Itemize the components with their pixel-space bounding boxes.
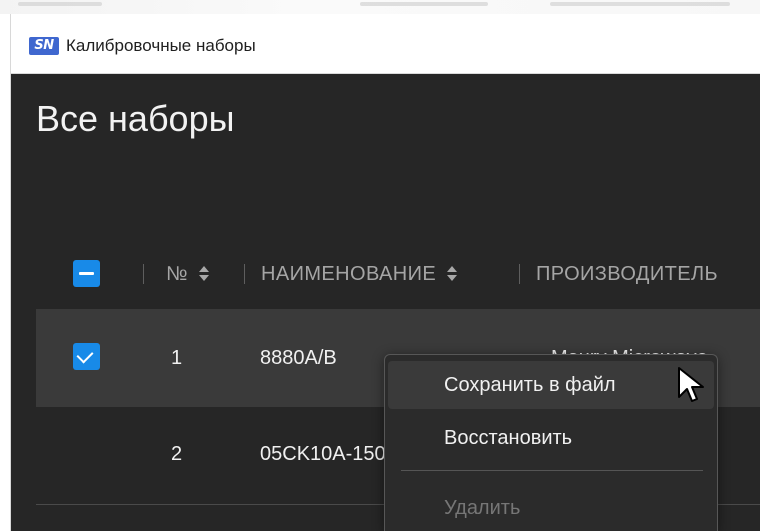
app-logo-icon: SN	[29, 37, 59, 55]
background-blur-mark	[360, 2, 488, 6]
menu-item-restore[interactable]: Восстановить	[388, 414, 714, 462]
menu-separator	[401, 470, 703, 471]
column-header-name[interactable]: НАИМЕНОВАНИЕ	[261, 260, 458, 288]
column-divider	[143, 264, 144, 284]
screenshot-root: SN Калибровочные наборы Все наборы № НАИ…	[0, 0, 760, 531]
mouse-pointer-icon	[678, 367, 704, 402]
row-number: 1	[171, 347, 183, 369]
column-header-manufacturer[interactable]: ПРОИЗВОДИТЕЛЬ	[536, 260, 718, 288]
sort-icon[interactable]	[198, 264, 210, 282]
column-divider	[244, 264, 245, 284]
page-title: Все наборы	[36, 98, 235, 139]
checkmark-icon	[76, 346, 94, 364]
menu-item-delete: Удалить	[388, 484, 714, 531]
indeterminate-icon	[79, 272, 94, 275]
select-all-checkbox[interactable]	[73, 260, 100, 287]
column-divider	[519, 264, 520, 284]
background-window-strip	[0, 0, 760, 14]
column-header-number[interactable]: №	[166, 260, 210, 288]
column-header-manufacturer-label: ПРОИЗВОДИТЕЛЬ	[536, 263, 719, 285]
sort-icon[interactable]	[446, 264, 458, 282]
background-blur-mark	[550, 2, 730, 6]
row-name: 8880A/B	[260, 347, 337, 369]
window-titlebar[interactable]: SN Калибровочные наборы	[11, 14, 760, 74]
menu-item-save-to-file-label: Сохранить в файл	[444, 374, 616, 396]
menu-item-delete-label: Удалить	[444, 497, 521, 519]
row-number: 2	[171, 443, 183, 465]
window-title: Калибровочные наборы	[66, 36, 256, 55]
row-checkbox[interactable]	[73, 343, 100, 370]
row-name: 05CK10A-150	[260, 443, 386, 465]
table-header: № НАИМЕНОВАНИЕ ПРОИЗВОДИТЕЛЬ	[11, 250, 760, 296]
column-header-name-label: НАИМЕНОВАНИЕ	[261, 263, 437, 285]
column-header-number-label: №	[166, 263, 188, 285]
menu-item-restore-label: Восстановить	[444, 427, 573, 449]
row-context-menu: Сохранить в файл Восстановить Удалить	[384, 354, 718, 531]
background-blur-mark	[18, 2, 102, 6]
menu-item-save-to-file[interactable]: Сохранить в файл	[388, 361, 714, 409]
